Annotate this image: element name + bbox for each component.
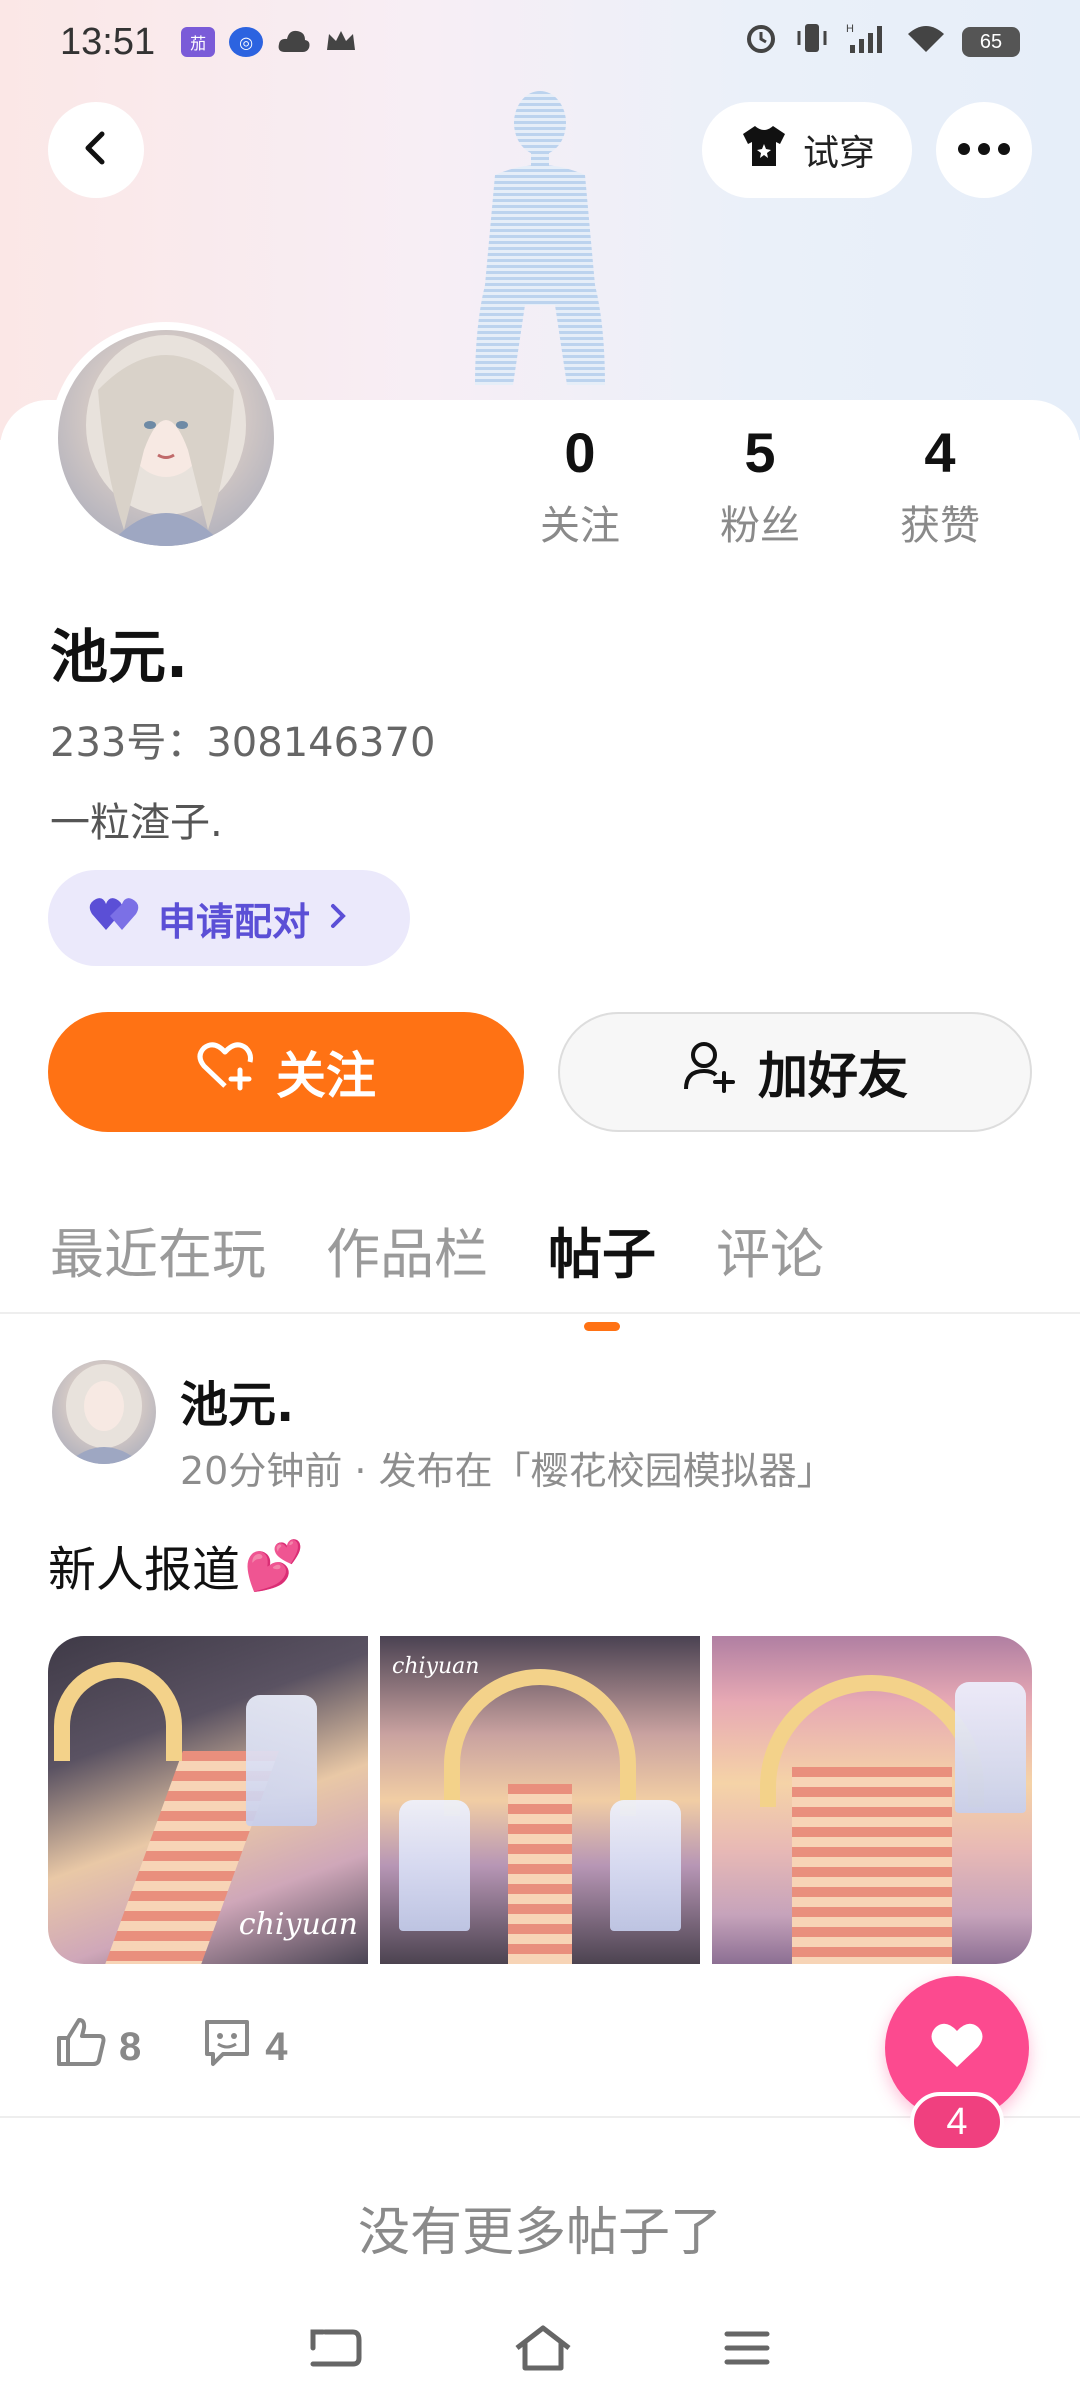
thumbs-up-icon [55, 2016, 107, 2078]
two-hearts-emoji: 💕 [244, 1537, 304, 1594]
alarm-icon [744, 21, 778, 64]
cloud-icon [277, 22, 311, 63]
post-image[interactable] [712, 1636, 1032, 1964]
follow-label: 关注 [276, 1047, 376, 1105]
crystal-shape [610, 1800, 681, 1932]
tab-works[interactable]: 作品栏 [326, 1210, 488, 1289]
like-fab-badge: 4 [910, 2092, 1004, 2152]
stat-likes[interactable]: 4 获赞 [850, 420, 1030, 551]
more-dots-icon [957, 141, 1011, 160]
vibrate-icon [794, 21, 830, 64]
svg-text:H: H [846, 23, 854, 35]
status-time: 13:51 [60, 20, 156, 63]
add-user-icon [682, 1039, 736, 1105]
heart-icon [929, 2021, 985, 2075]
stat-following[interactable]: 0 关注 [490, 420, 670, 551]
stat-value: 5 [744, 421, 776, 484]
post-actions: 8 4 [55, 2016, 288, 2078]
post-meta: 20分钟前 · 发布在「樱花校园模拟器」 [180, 1449, 835, 1493]
crown-icon [325, 22, 357, 63]
crystal-shape [399, 1800, 470, 1932]
tab-comments[interactable]: 评论 [716, 1210, 824, 1289]
back-nav-icon[interactable] [309, 2326, 363, 2374]
qiezi-app-icon: 茄 [181, 27, 216, 57]
request-match-button[interactable]: 申请配对 [48, 870, 410, 966]
add-friend-label: 加好友 [758, 1047, 908, 1105]
stairs-shape [508, 1783, 572, 1964]
watermark-text: chiyuan [238, 1907, 358, 1942]
profile-username: 池元. [50, 623, 189, 691]
crystal-shape [955, 1681, 1026, 1814]
like-count: 8 [119, 2024, 142, 2069]
comment-icon [201, 2016, 253, 2078]
avatar-3d-figure[interactable] [455, 85, 625, 405]
watermark-text: chiyuan [392, 1654, 480, 1679]
chevron-right-icon [328, 896, 348, 940]
tab-active-indicator [584, 1322, 620, 1331]
stat-value: 4 [924, 421, 956, 484]
comment-button[interactable]: 4 [201, 2016, 288, 2078]
tab-posts-label: 帖子 [548, 1223, 656, 1286]
request-match-label: 申请配对 [158, 899, 311, 944]
signal-icon: H [846, 21, 890, 64]
system-nav-bar [0, 2300, 1080, 2400]
crystal-shape [246, 1695, 317, 1827]
tshirt-icon [739, 124, 789, 177]
arch-shape [54, 1662, 183, 1761]
post-image-gallery: chiyuan chiyuan [48, 1636, 1032, 1964]
try-on-button[interactable]: 试穿 [702, 102, 912, 198]
tab-posts[interactable]: 帖子 [548, 1210, 656, 1331]
post-author-name[interactable]: 池元. [180, 1365, 294, 1435]
double-heart-icon [88, 894, 140, 943]
chevron-left-icon [76, 128, 116, 172]
stat-label: 粉丝 [720, 503, 800, 549]
back-button[interactable] [48, 102, 144, 198]
stat-value: 0 [564, 421, 596, 484]
divider [0, 1312, 1080, 1314]
like-button[interactable]: 8 [55, 2016, 141, 2078]
post-title[interactable]: 新人报道 💕 [48, 1530, 304, 1600]
no-more-posts-text: 没有更多帖子了 [357, 2203, 722, 2263]
more-button[interactable] [936, 102, 1032, 198]
home-nav-icon[interactable] [513, 2324, 573, 2376]
profile-avatar[interactable] [50, 322, 282, 554]
try-on-label: 试穿 [802, 133, 875, 174]
stat-label: 关注 [540, 503, 620, 549]
stat-label: 获赞 [900, 503, 980, 549]
status-bar: 13:51 茄 ◎ H 65 [0, 0, 1080, 84]
post-image[interactable]: chiyuan [48, 1636, 368, 1964]
post-image[interactable]: chiyuan [380, 1636, 700, 1964]
profile-tabs: 最近在玩 作品栏 帖子 评论 [50, 1210, 824, 1331]
stairs-shape [792, 1767, 952, 1964]
heart-plus-icon [196, 1040, 254, 1104]
menu-nav-icon[interactable] [723, 2328, 771, 2372]
profile-uid: 233号：308146370 [50, 720, 436, 766]
comment-count: 4 [265, 2024, 288, 2069]
add-friend-button[interactable]: 加好友 [558, 1012, 1032, 1132]
battery-indicator: 65 [962, 27, 1020, 57]
avatar-image [58, 330, 274, 546]
profile-bio: 一粒渣子. [50, 800, 223, 846]
post-author-avatar[interactable] [52, 1360, 156, 1464]
follow-button[interactable]: 关注 [48, 1012, 524, 1132]
profile-stats: 0 关注 5 粉丝 4 获赞 [490, 420, 1030, 551]
tab-recent-play[interactable]: 最近在玩 [50, 1210, 266, 1289]
wifi-icon [906, 22, 946, 63]
post-title-text: 新人报道 [48, 1542, 241, 1598]
baidu-icon: ◎ [229, 27, 264, 57]
stat-followers[interactable]: 5 粉丝 [670, 420, 850, 551]
